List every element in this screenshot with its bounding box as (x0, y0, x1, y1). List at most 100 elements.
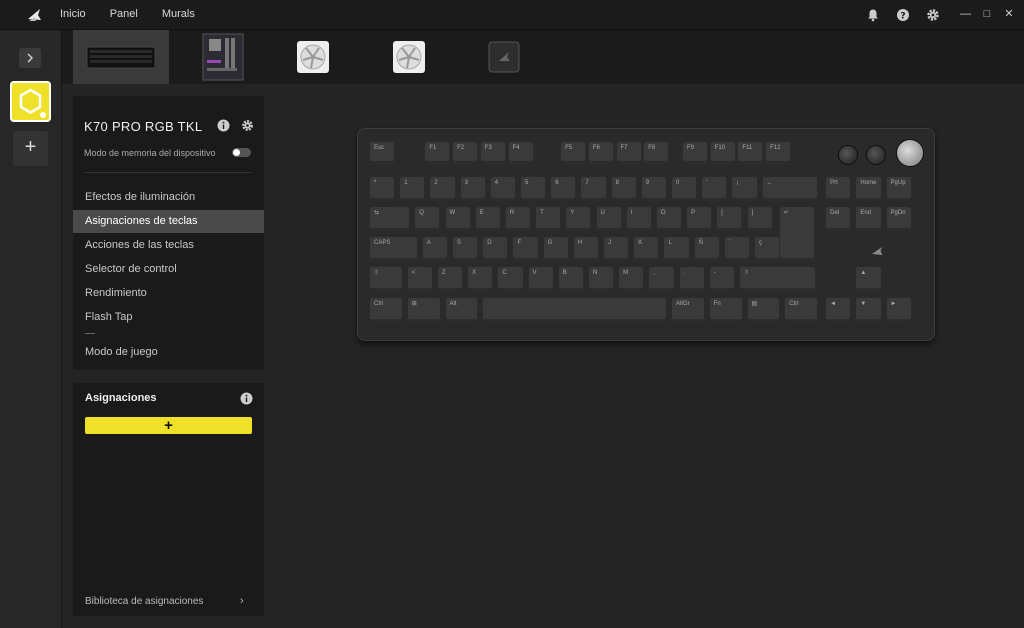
keyboard-key[interactable]: 5 (520, 176, 547, 202)
keyboard-key[interactable]: F6 (587, 141, 614, 165)
keyboard-key[interactable]: E (474, 206, 501, 232)
keyboard-key[interactable]: Ctrl (784, 297, 818, 323)
keyboard-key[interactable]: F7 (615, 141, 642, 165)
keyboard-key[interactable]: Prt (825, 176, 852, 202)
nav-murals[interactable]: Murals (162, 8, 195, 20)
keyboard-key[interactable]: 8 (610, 176, 637, 202)
menu-item-performance[interactable]: Rendimiento (73, 282, 264, 305)
info-icon[interactable] (240, 392, 253, 405)
device-fan-2[interactable] (361, 30, 457, 84)
device-hub[interactable] (457, 30, 553, 84)
keyboard-key[interactable]: F11 (737, 141, 764, 165)
keyboard-key[interactable]: Q (414, 206, 441, 232)
keyboard-key[interactable]: ▤ (746, 297, 781, 323)
volume-dial[interactable] (896, 139, 924, 167)
maximize-icon[interactable]: □ (982, 7, 992, 21)
keyboard-key[interactable]: ► (885, 297, 912, 323)
device-motherboard[interactable] (169, 30, 265, 84)
keyboard-key[interactable]: Del (825, 206, 852, 232)
media-button[interactable] (838, 145, 858, 165)
keyboard-key[interactable]: M (618, 266, 645, 292)
keyboard-key[interactable]: ] (746, 206, 773, 232)
keyboard-key[interactable]: D (482, 236, 509, 262)
nav-panel[interactable]: Panel (110, 8, 138, 20)
menu-item-control-selector[interactable]: Selector de control (73, 258, 264, 281)
expand-rail-button[interactable] (19, 48, 41, 68)
keyboard-key[interactable]: H (572, 236, 600, 262)
keyboard-key[interactable]: L (663, 236, 690, 262)
keyboard-key[interactable]: B (557, 266, 584, 292)
keyboard-key[interactable]: AltGr (671, 297, 705, 323)
keyboard-key[interactable]: T (535, 206, 562, 232)
keyboard-key[interactable] (482, 297, 667, 323)
gear-icon[interactable] (926, 8, 940, 22)
keyboard-key[interactable]: F12 (765, 141, 792, 165)
keyboard-key[interactable]: º (369, 176, 396, 202)
device-fan-1[interactable] (265, 30, 361, 84)
keyboard-key[interactable]: C (497, 266, 524, 292)
keyboard-key[interactable]: ▲ (855, 266, 882, 292)
profile-button[interactable] (10, 81, 51, 122)
keyboard-key[interactable]: - (708, 266, 735, 292)
keyboard-key[interactable]: ' (701, 176, 728, 202)
keyboard-key[interactable]: F (512, 236, 539, 262)
keyboard-key[interactable]: ◄ (825, 297, 852, 323)
keyboard-key[interactable]: Esc (369, 141, 395, 165)
help-icon[interactable]: ? (896, 8, 910, 22)
keyboard-key[interactable]: , (648, 266, 675, 292)
keyboard-key[interactable]: U (595, 206, 622, 232)
keyboard-key[interactable]: Home (855, 176, 882, 202)
bell-icon[interactable] (866, 8, 880, 22)
keyboard-key[interactable]: 9 (640, 176, 667, 202)
keyboard-key[interactable]: I (625, 206, 652, 232)
keyboard-key[interactable]: Z (436, 266, 464, 292)
keyboard-key[interactable]: 0 (671, 176, 698, 202)
keyboard-key[interactable]: ¡ (731, 176, 758, 202)
keyboard-key[interactable]: ↵ (778, 206, 815, 262)
keyboard-key[interactable]: N (587, 266, 615, 292)
keyboard-key[interactable]: V (527, 266, 554, 292)
chevron-right-icon[interactable]: › (240, 595, 244, 607)
gear-icon[interactable] (241, 119, 254, 132)
keyboard-key[interactable]: 6 (550, 176, 577, 202)
keyboard-key[interactable]: . (678, 266, 705, 292)
keyboard-key[interactable]: End (855, 206, 882, 232)
keyboard-key[interactable]: Ñ (693, 236, 720, 262)
minimize-icon[interactable]: — (960, 7, 971, 21)
keyboard-key[interactable]: ´ (723, 236, 751, 262)
keyboard-key[interactable]: ç (754, 236, 781, 262)
keyboard-key[interactable]: Alt (444, 297, 479, 323)
keyboard-key[interactable]: S (452, 236, 479, 262)
keyboard-key[interactable]: F5 (560, 141, 587, 165)
keyboard-key[interactable]: F10 (709, 141, 736, 165)
keyboard-key[interactable]: 4 (489, 176, 516, 202)
keyboard-key[interactable]: ⊞ (406, 297, 441, 323)
keyboard-key[interactable]: F3 (479, 141, 506, 165)
info-icon[interactable] (217, 119, 230, 132)
keyboard-key[interactable]: F9 (682, 141, 708, 165)
menu-item-lighting[interactable]: Efectos de iluminación (73, 186, 264, 209)
menu-item-flash-tap[interactable]: Flash Tap (73, 306, 264, 329)
media-button[interactable] (866, 145, 886, 165)
menu-item-game-mode[interactable]: Modo de juego (73, 341, 264, 364)
keyboard-key[interactable]: G (542, 236, 569, 262)
keyboard-key[interactable]: O (655, 206, 683, 232)
menu-item-key-assignments[interactable]: Asignaciones de teclas (73, 210, 264, 233)
keyboard-key[interactable]: R (504, 206, 532, 232)
keyboard-key[interactable]: Y (565, 206, 592, 232)
close-icon[interactable]: ✕ (1004, 7, 1014, 21)
assignment-library-link[interactable]: Biblioteca de asignaciones (85, 596, 203, 607)
keyboard-key[interactable]: F8 (643, 141, 670, 165)
memory-mode-toggle[interactable] (232, 148, 251, 157)
keyboard-key[interactable]: ⇧ (369, 266, 403, 292)
keyboard-key[interactable]: ⇧ (738, 266, 817, 292)
keyboard-key[interactable]: A (421, 236, 449, 262)
keyboard-key[interactable]: J (603, 236, 630, 262)
add-profile-button[interactable]: + (13, 131, 48, 166)
device-keyboard[interactable] (73, 30, 169, 84)
keyboard-key[interactable]: F2 (452, 141, 479, 165)
keyboard-key[interactable]: ▼ (855, 297, 882, 323)
keyboard-key[interactable]: F1 (424, 141, 451, 165)
keyboard-key[interactable]: ← (761, 176, 818, 202)
keyboard-key[interactable]: [ (716, 206, 743, 232)
